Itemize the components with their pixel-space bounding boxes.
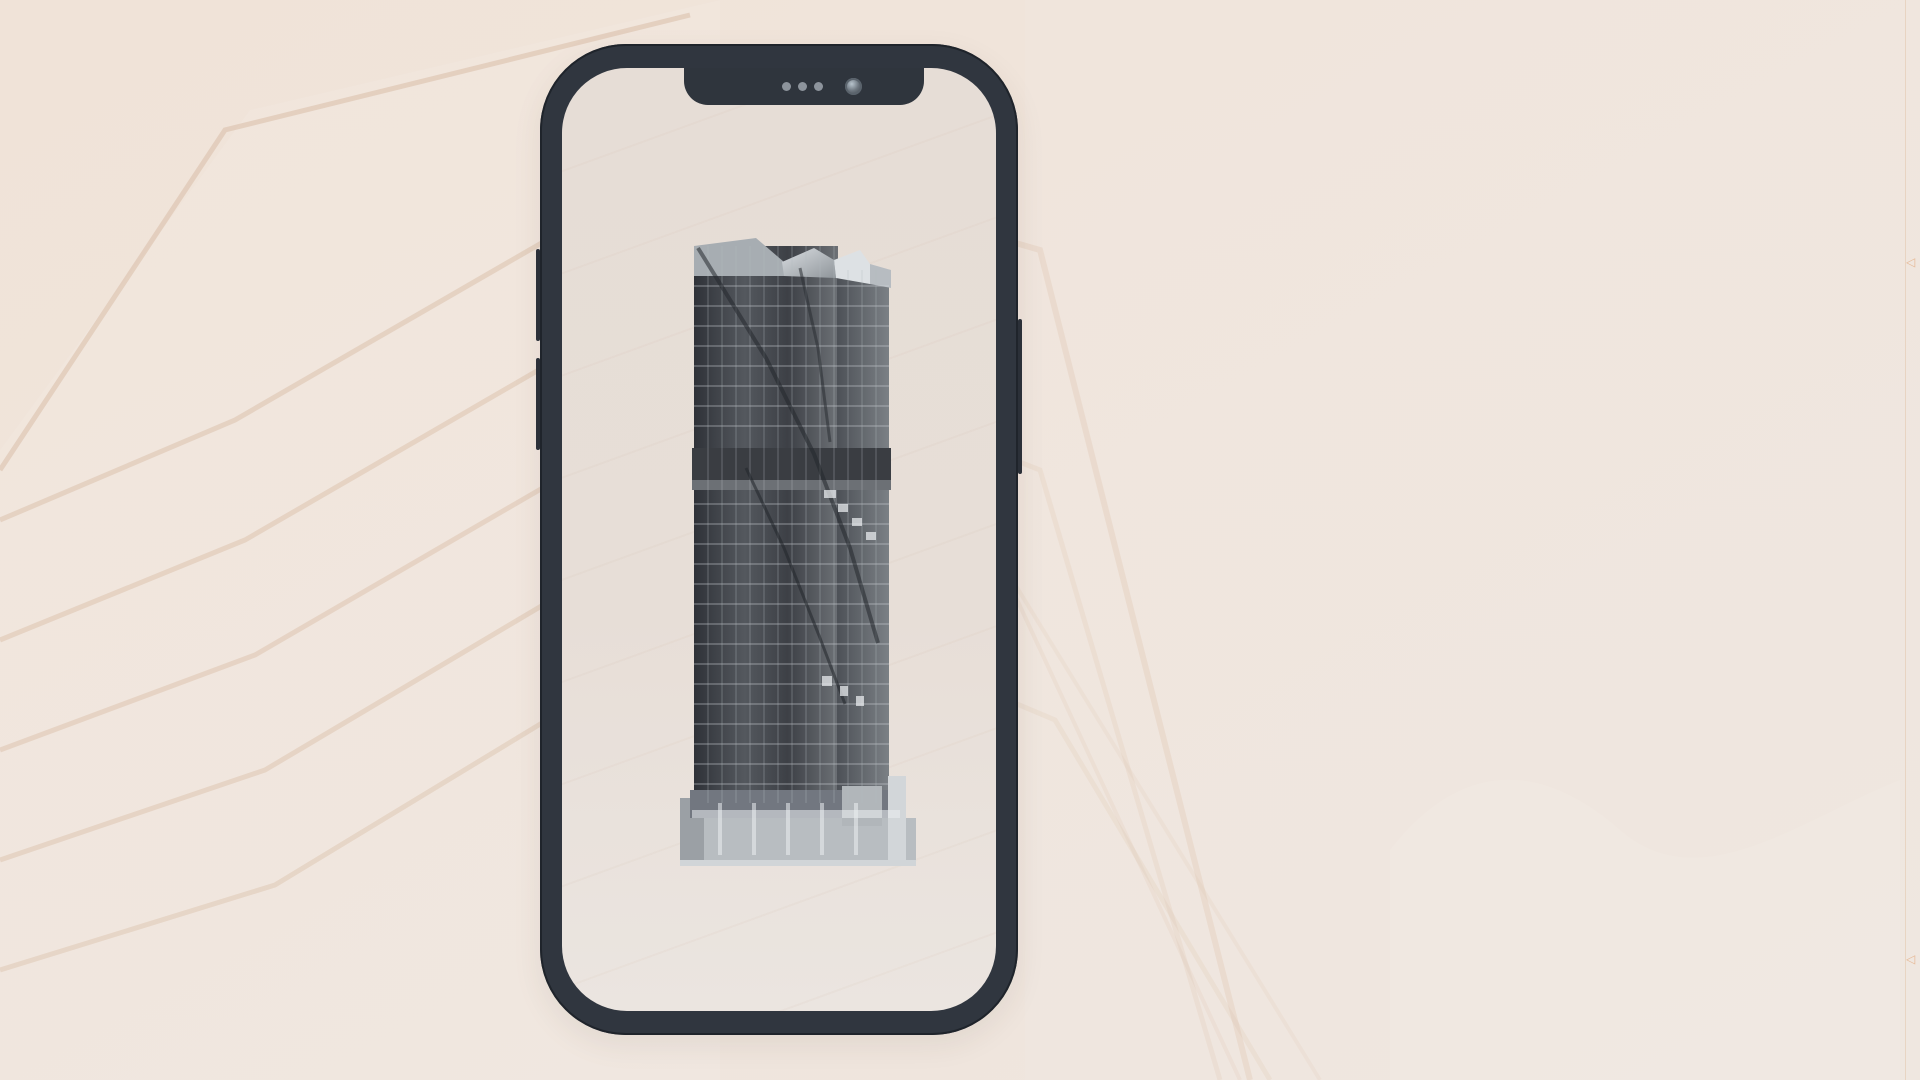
side-button-power — [1018, 319, 1022, 474]
triangle-marker-icon: ◁ — [1906, 952, 1916, 966]
speaker-dot-icon — [814, 82, 823, 91]
building-model-viewer[interactable] — [674, 228, 918, 868]
speaker-dot-icon — [782, 82, 791, 91]
phone-frame — [536, 44, 1022, 1035]
app-stage: ◁ ◁ — [0, 0, 1920, 1080]
right-rail: ◁ ◁ — [1905, 0, 1920, 1080]
phone-screen — [562, 68, 996, 1011]
side-button-volume-up — [536, 249, 540, 341]
phone-notch — [684, 68, 924, 105]
speaker-dot-icon — [798, 82, 807, 91]
building-model-illustration — [680, 238, 916, 866]
side-button-volume-down — [536, 358, 540, 450]
camera-icon — [845, 78, 862, 95]
triangle-marker-icon: ◁ — [1906, 255, 1916, 269]
